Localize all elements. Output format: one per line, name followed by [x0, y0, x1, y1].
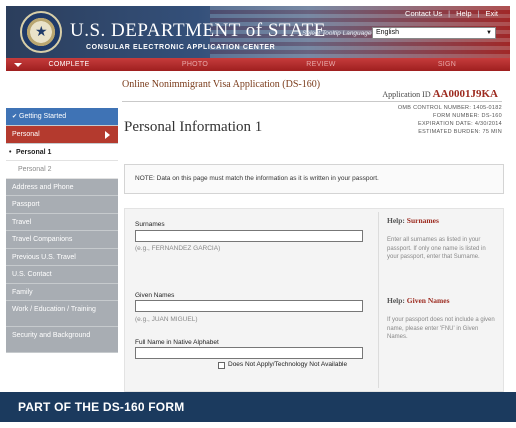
sidebar-item-personal-2[interactable]: Personal 2 — [6, 161, 118, 179]
site-header: U.S. DEPARTMENT of STATE CONSULAR ELECTR… — [6, 6, 510, 58]
language-label: Select Tooltip Language — [302, 30, 372, 37]
help-given-title: Help: Given Names — [387, 296, 450, 305]
department-title: U.S. DEPARTMENT of STATE — [70, 20, 326, 41]
help-prefix: Help: — [387, 216, 405, 225]
sidebar-item-travel-companions[interactable]: Travel Companions — [6, 231, 118, 249]
help-given-text: If your passport does not include a give… — [387, 317, 495, 340]
surnames-label: Surnames — [135, 221, 165, 228]
progress-step-sign: SIGN — [437, 61, 457, 68]
sidebar-item-personal[interactable]: Personal — [6, 125, 118, 144]
sidebar-item-us-contact[interactable]: U.S. Contact — [6, 266, 118, 284]
caption-banner: PART OF THE DS-160 FORM — [0, 392, 516, 422]
banner-text: PART OF THE DS-160 FORM — [18, 400, 185, 414]
sidebar-item-travel[interactable]: Travel — [6, 213, 118, 231]
help-surnames-heading: Surnames — [406, 216, 439, 225]
application-id-value: AA0001J9KA — [432, 88, 498, 100]
progress-step-photo: PHOTO — [181, 61, 209, 68]
help-surnames-title: Help: Surnames — [387, 216, 439, 225]
form-number: FORM NUMBER: DS-160 — [433, 113, 502, 119]
omb-control-number: OMB CONTROL NUMBER: 1405-0182 — [397, 105, 502, 111]
sidebar-item-work-education[interactable]: Work / Education / Training — [6, 301, 118, 327]
passport-note: NOTE: Data on this page must match the i… — [124, 164, 504, 194]
given-names-input[interactable] — [135, 300, 363, 312]
not-apply-checkbox[interactable] — [218, 362, 225, 369]
sidebar-item-security-background[interactable]: Security and Background — [6, 327, 118, 353]
exit-link[interactable]: Exit — [479, 9, 504, 18]
contact-us-link[interactable]: Contact Us — [399, 9, 448, 18]
divider — [122, 101, 502, 102]
sidebar-item-getting-started[interactable]: Getting Started — [6, 108, 118, 126]
state-department-seal-icon — [20, 11, 62, 53]
progress-bar: COMPLETE PHOTO REVIEW SIGN — [6, 58, 510, 71]
progress-step-review: REVIEW — [306, 61, 336, 68]
language-select[interactable]: English ▼ — [372, 27, 496, 39]
department-subtitle: CONSULAR ELECTRONIC APPLICATION CENTER — [86, 44, 276, 51]
application-title: Online Nonimmigrant Visa Application (DS… — [122, 79, 321, 90]
surnames-input[interactable] — [135, 230, 363, 242]
help-panel: Help: Surnames Enter all surnames as lis… — [378, 212, 500, 388]
sidebar-item-family[interactable]: Family — [6, 283, 118, 301]
sidebar-item-address-phone[interactable]: Address and Phone — [6, 178, 118, 196]
page-title: Personal Information 1 — [124, 119, 263, 135]
surnames-example: (e.g., FERNANDEZ GARCIA) — [135, 245, 221, 252]
sidebar-item-previous-us-travel[interactable]: Previous U.S. Travel — [6, 248, 118, 266]
native-name-label: Full Name in Native Alphabet — [135, 339, 219, 346]
chevron-down-icon: ▼ — [486, 30, 492, 36]
expiration-date: EXPIRATION DATE: 4/30/2014 — [417, 121, 502, 127]
application-id-label: Application ID — [382, 90, 431, 99]
caret-down-icon — [14, 63, 22, 67]
help-link[interactable]: Help — [450, 9, 477, 18]
native-name-input[interactable] — [135, 347, 363, 359]
given-names-label: Given Names — [135, 292, 175, 299]
progress-step-complete: COMPLETE — [48, 61, 90, 68]
estimated-burden: ESTIMATED BURDEN: 75 MIN — [418, 129, 502, 135]
help-given-heading: Given Names — [406, 296, 450, 305]
help-prefix: Help: — [387, 296, 405, 305]
given-names-example: (e.g., JUAN MIGUEL) — [135, 316, 198, 323]
sidebar-item-passport[interactable]: Passport — [6, 196, 118, 214]
sidebar-item-personal-1[interactable]: Personal 1 — [6, 143, 118, 161]
omb-info: OMB CONTROL NUMBER: 1405-0182 FORM NUMBE… — [398, 104, 502, 136]
not-apply-label: Does Not Apply/Technology Not Available — [228, 361, 348, 368]
language-value: English — [376, 29, 399, 36]
application-id: Application ID AA0001J9KA — [382, 88, 498, 100]
top-links: Contact Us | Help | Exit — [399, 9, 504, 18]
sidebar-nav: Getting Started Personal Personal 1 Pers… — [6, 108, 118, 353]
help-surnames-text: Enter all surnames as listed in your pas… — [387, 237, 486, 260]
